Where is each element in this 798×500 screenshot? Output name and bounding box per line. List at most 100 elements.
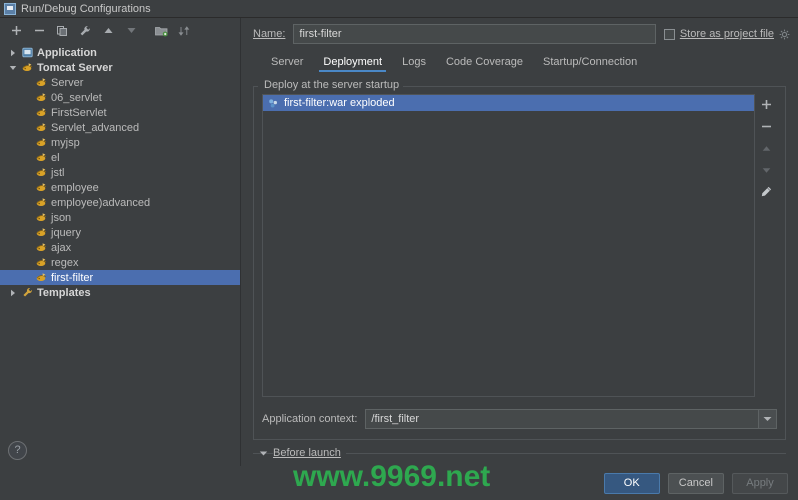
- tree-item-label: Application: [37, 46, 97, 59]
- tomcat-icon: [20, 62, 34, 73]
- tomcat-icon: [34, 227, 48, 238]
- store-as-project-file-checkbox[interactable]: [663, 28, 675, 40]
- application-context-row: Application context: /first_filter: [262, 409, 777, 429]
- run-debug-icon: [4, 2, 16, 15]
- tree-item-application[interactable]: Application: [0, 45, 240, 60]
- tree-item-label: regex: [51, 256, 79, 269]
- help-icon[interactable]: ?: [8, 440, 27, 460]
- tree-item-jstl[interactable]: jstl: [0, 165, 240, 180]
- tree-item-label: jquery: [51, 226, 81, 239]
- tree-item-06-servlet[interactable]: 06_servlet: [0, 90, 240, 105]
- tomcat-icon: [34, 182, 48, 193]
- application-context-value: /first_filter: [371, 413, 420, 425]
- cancel-button[interactable]: Cancel: [667, 472, 724, 494]
- tree-item-templates[interactable]: Templates: [0, 285, 240, 300]
- before-launch-section[interactable]: Before launch: [253, 440, 786, 466]
- application-icon: [20, 47, 34, 58]
- tomcat-icon: [34, 242, 48, 253]
- tree-item-servlet-advanced[interactable]: Servlet_advanced: [0, 120, 240, 135]
- tree-item-label: json: [51, 211, 72, 224]
- artifact-label: first-filter:war exploded: [284, 97, 395, 109]
- add-configuration-button[interactable]: [6, 21, 26, 41]
- remove-configuration-button[interactable]: [29, 21, 49, 41]
- chevron-down-icon[interactable]: [6, 64, 20, 72]
- tree-item-label: FirstServlet: [51, 106, 107, 119]
- ok-button[interactable]: OK: [603, 472, 660, 494]
- tree-item-tomcat-server[interactable]: Tomcat Server: [0, 60, 240, 75]
- tree-item-json[interactable]: json: [0, 210, 240, 225]
- wrench-icon: [20, 287, 34, 298]
- tomcat-icon: [34, 107, 48, 118]
- tree-item-employee[interactable]: employee: [0, 180, 240, 195]
- move-artifact-down-button[interactable]: [757, 161, 775, 179]
- tab-deployment[interactable]: Deployment: [313, 56, 392, 72]
- artifacts-side-toolbar: [755, 94, 777, 397]
- tree-item-label: Tomcat Server: [37, 61, 113, 74]
- tree-item-firstservlet[interactable]: FirstServlet: [0, 105, 240, 120]
- deployment-tab-content: Deploy at the server startup first-filte…: [241, 72, 798, 466]
- store-as-project-file-label: Store as project file: [679, 28, 774, 40]
- tree-item-label: jstl: [51, 166, 65, 179]
- name-input[interactable]: [293, 24, 656, 44]
- list-item[interactable]: first-filter:war exploded: [263, 95, 754, 111]
- chevron-right-icon[interactable]: [6, 49, 20, 57]
- configurations-pane: Application Tomcat Server Server 06_servlet…: [0, 18, 241, 466]
- tab-logs[interactable]: Logs: [392, 56, 436, 72]
- tomcat-icon: [34, 137, 48, 148]
- tab-startup-connection[interactable]: Startup/Connection: [533, 56, 647, 72]
- sort-icon[interactable]: [174, 21, 194, 41]
- artifacts-list[interactable]: first-filter:war exploded: [262, 94, 755, 397]
- wrench-icon[interactable]: [75, 21, 95, 41]
- tree-item-label: employee: [51, 181, 99, 194]
- chevron-down-icon[interactable]: [758, 410, 776, 428]
- run-debug-configurations-dialog: Run/Debug Configurations Application Tom…: [0, 0, 798, 500]
- configurations-toolbar: [0, 18, 240, 43]
- tomcat-icon: [34, 272, 48, 283]
- tree-item-label: el: [51, 151, 60, 164]
- tree-item-label: Server: [51, 76, 84, 89]
- configurations-tree[interactable]: Application Tomcat Server Server 06_servlet…: [0, 43, 240, 434]
- tree-item-label: 06_servlet: [51, 91, 102, 104]
- tree-item-el[interactable]: el: [0, 150, 240, 165]
- move-down-button[interactable]: [121, 21, 141, 41]
- tomcat-icon: [34, 77, 48, 88]
- tree-item-label: Servlet_advanced: [51, 121, 140, 134]
- move-artifact-up-button[interactable]: [757, 139, 775, 157]
- window-title: Run/Debug Configurations: [21, 2, 151, 15]
- store-as-project-file-group[interactable]: Store as project file: [663, 28, 790, 40]
- tree-item-first-filter[interactable]: first-filter: [0, 270, 240, 285]
- tomcat-icon: [34, 152, 48, 163]
- tree-item-employee-advanced[interactable]: employee)advanced: [0, 195, 240, 210]
- deploy-area: first-filter:war exploded: [262, 94, 777, 397]
- tab-server[interactable]: Server: [261, 56, 313, 72]
- chevron-right-icon[interactable]: [6, 289, 20, 297]
- copy-configuration-button[interactable]: [52, 21, 72, 41]
- tree-item-label: first-filter: [51, 271, 94, 284]
- tree-item-ajax[interactable]: ajax: [0, 240, 240, 255]
- tree-item-jquery[interactable]: jquery: [0, 225, 240, 240]
- tree-item-myjsp[interactable]: myjsp: [0, 135, 240, 150]
- move-up-button[interactable]: [98, 21, 118, 41]
- gear-icon[interactable]: [779, 29, 790, 40]
- configuration-editor-pane: Name: Store as project file ServerDeploy…: [241, 18, 798, 466]
- chevron-down-icon[interactable]: [259, 449, 268, 458]
- application-context-combo[interactable]: /first_filter: [365, 409, 777, 429]
- tab-code-coverage[interactable]: Code Coverage: [436, 56, 533, 72]
- tree-item-label: Templates: [37, 286, 91, 299]
- artifact-icon: [267, 98, 280, 109]
- name-label: Name:: [253, 28, 286, 40]
- apply-button[interactable]: Apply: [732, 472, 788, 494]
- group-border-left: [254, 86, 258, 87]
- editor-tabs[interactable]: Server Deployment Logs Code Coverage Startup…: [241, 50, 798, 72]
- tree-item-label: ajax: [51, 241, 72, 254]
- application-context-label: Application context:: [262, 413, 358, 425]
- tree-item-regex[interactable]: regex: [0, 255, 240, 270]
- tree-item-server[interactable]: Server: [0, 75, 240, 90]
- dialog-body: Application Tomcat Server Server 06_servlet…: [0, 18, 798, 466]
- remove-artifact-button[interactable]: [757, 117, 775, 135]
- folder-icon[interactable]: [151, 21, 171, 41]
- tomcat-icon: [34, 92, 48, 103]
- add-artifact-button[interactable]: [757, 95, 775, 113]
- deploy-group-title: Deploy at the server startup: [260, 79, 404, 91]
- pencil-icon[interactable]: [757, 183, 775, 201]
